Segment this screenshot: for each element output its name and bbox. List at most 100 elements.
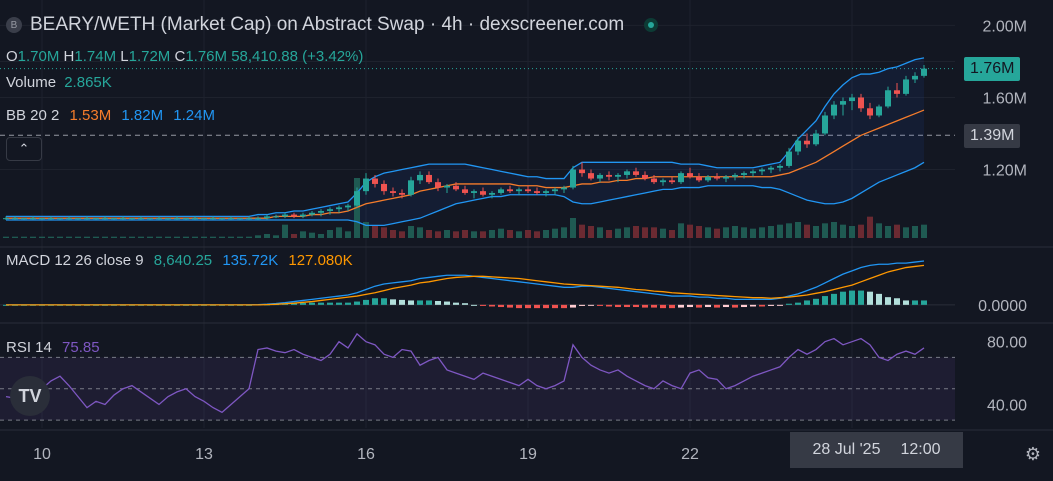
- volume-bar: [309, 232, 315, 238]
- crosshair-date-box: 28 Jul '25 12:00: [790, 432, 963, 468]
- macd-hist-bar: [804, 300, 810, 305]
- volume-bar: [372, 226, 378, 238]
- price-axis-label: 1.20M: [983, 163, 1027, 180]
- volume-legend: Volume 2.865K: [6, 74, 112, 91]
- volume-bar: [381, 227, 387, 238]
- macd-hist-bar: [651, 304, 657, 308]
- candle-body: [237, 218, 243, 220]
- bb-legend: BB 20 2 1.53M 1.82M 1.24M: [6, 107, 215, 124]
- volume-bar: [669, 230, 675, 238]
- volume-bar: [498, 228, 504, 238]
- volume-bar: [912, 226, 918, 238]
- volume-bar: [237, 236, 243, 238]
- settings-gear-icon[interactable]: ⚙: [1022, 443, 1044, 465]
- macd-hist-bar: [498, 304, 504, 308]
- candle-body: [21, 218, 27, 220]
- volume-bar: [687, 224, 693, 238]
- macd-hist-bar: [570, 304, 576, 308]
- candle-body: [822, 115, 828, 134]
- macd-hist-bar: [687, 304, 693, 308]
- volume-bar: [102, 236, 108, 238]
- candle-body: [84, 218, 90, 220]
- candle-body: [174, 218, 180, 220]
- volume-bar: [561, 227, 567, 238]
- volume-bar: [264, 234, 270, 238]
- candle-body: [318, 210, 324, 213]
- high-label: H: [63, 48, 75, 65]
- macd-hist-bar: [831, 293, 837, 305]
- macd-hist-bar: [399, 299, 405, 305]
- volume-bar: [417, 227, 423, 238]
- candle-body: [480, 191, 486, 195]
- candle-body: [138, 218, 144, 220]
- macd-hist-bar: [660, 304, 666, 309]
- volume-bar: [246, 236, 252, 238]
- volume-bar: [129, 236, 135, 238]
- volume-bar: [615, 228, 621, 238]
- volume-bar: [885, 226, 891, 238]
- time-axis-label: 22: [681, 446, 699, 463]
- price-axis-label: 1.60M: [983, 90, 1027, 107]
- candle-body: [219, 218, 225, 220]
- time-axis-label: 10: [33, 446, 51, 463]
- macd-hist-bar: [876, 293, 882, 305]
- candle-body: [489, 192, 495, 195]
- rsi-value: 75.85: [62, 339, 100, 356]
- macd-hist-bar: [534, 304, 540, 309]
- macd-hist-bar: [336, 302, 342, 305]
- macd-hist-bar: [768, 304, 774, 306]
- volume-bar: [345, 231, 351, 238]
- volume-bar: [435, 231, 441, 238]
- chart-canvas[interactable]: 2.00M 1.60M 1.20M 0.0000 80.00 40.00 10 13 16 19 2…: [0, 0, 1053, 481]
- candle-body: [408, 180, 414, 195]
- volume-bar: [408, 226, 414, 238]
- collapse-legend-button[interactable]: ⌃: [6, 137, 42, 161]
- tradingview-logo-icon[interactable]: TV: [10, 376, 50, 416]
- rsi-label: RSI 14: [6, 339, 52, 356]
- volume-bar: [741, 227, 747, 238]
- volume-bar: [723, 227, 729, 238]
- volume-bar: [579, 224, 585, 238]
- chart-header: B BEARY/WETH (Market Cap) on Abstract Sw…: [6, 14, 659, 36]
- candle-body: [228, 218, 234, 220]
- candle-body: [39, 218, 45, 220]
- candle-body: [534, 191, 540, 193]
- volume-bar: [894, 224, 900, 238]
- macd-hist-bar: [471, 304, 477, 306]
- candle-body: [804, 140, 810, 145]
- volume-bar: [759, 227, 765, 238]
- candle-body: [867, 108, 873, 116]
- macd-hist-bar: [858, 290, 864, 305]
- candle-body: [570, 169, 576, 188]
- time-axis-label: 19: [519, 446, 537, 463]
- candle-body: [426, 174, 432, 183]
- candle-body: [840, 101, 846, 105]
- volume-bar: [795, 222, 801, 238]
- live-status-icon: [644, 18, 659, 32]
- volume-bar: [858, 224, 864, 238]
- candle-body: [57, 218, 63, 220]
- volume-bar: [651, 227, 657, 238]
- volume-bar: [291, 234, 297, 238]
- token-icon: B: [6, 17, 22, 33]
- time-axis-label: 16: [357, 446, 375, 463]
- volume-bar: [282, 224, 288, 238]
- volume-bar: [750, 228, 756, 238]
- volume-bar: [903, 227, 909, 238]
- volume-bar: [597, 227, 603, 238]
- candle-body: [372, 178, 378, 184]
- candle-body: [345, 205, 351, 208]
- volume-bar: [255, 235, 261, 238]
- crosshair-price-tag: 1.39M: [964, 124, 1021, 148]
- candle-body: [642, 174, 648, 179]
- macd-hist-bar: [417, 300, 423, 305]
- volume-label: Volume: [6, 74, 57, 91]
- volume-bar: [183, 236, 189, 238]
- volume-bar: [768, 226, 774, 238]
- candle-body: [507, 189, 513, 192]
- candle-body: [759, 169, 765, 172]
- macd-hist-bar: [885, 297, 891, 305]
- volume-bar: [228, 236, 234, 238]
- volume-bar: [219, 236, 225, 238]
- volume-bar: [57, 236, 63, 238]
